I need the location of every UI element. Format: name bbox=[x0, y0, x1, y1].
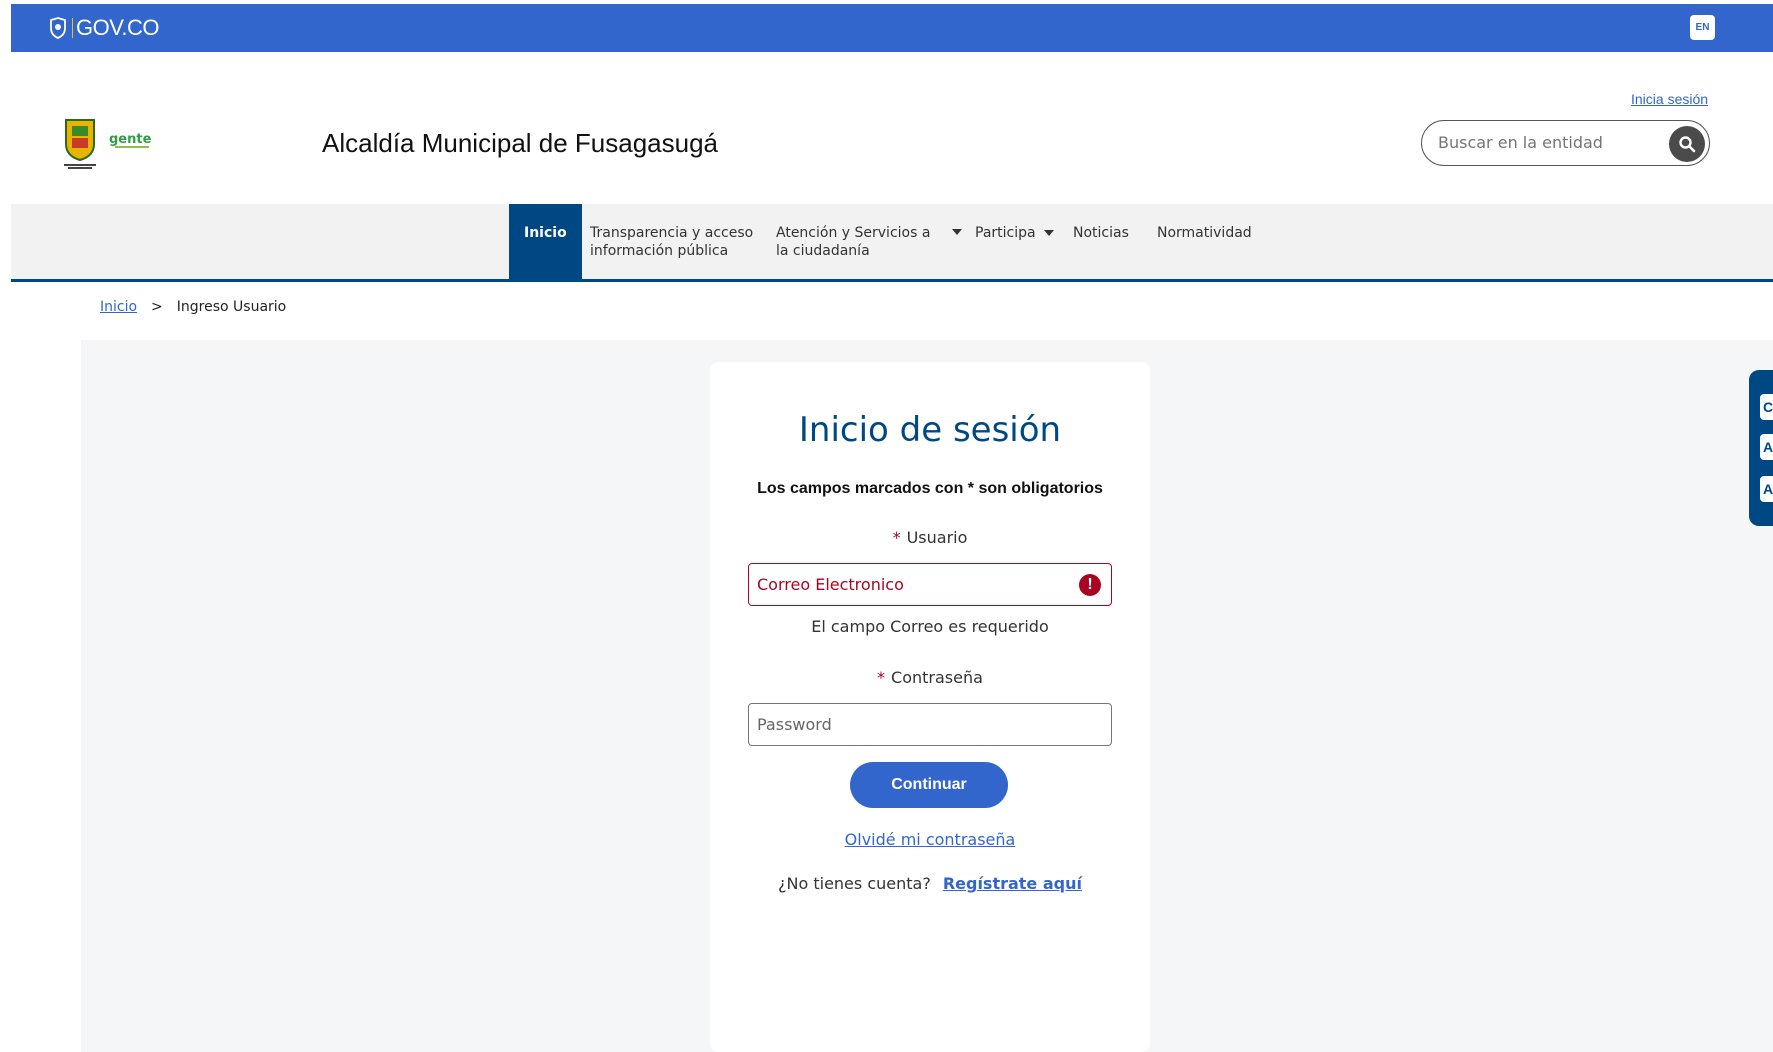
site-title: Alcaldía Municipal de Fusagasugá bbox=[322, 128, 719, 158]
breadcrumb-current: Ingreso Usuario bbox=[176, 299, 287, 315]
breadcrumb: Inicio > Ingreso Usuario bbox=[100, 299, 286, 315]
nav-item-label: la ciudadanía bbox=[776, 243, 870, 259]
alcaldia-crest-logo[interactable] bbox=[58, 114, 102, 170]
nav-item-transparencia[interactable]: Transparencia y acceso información públi… bbox=[590, 224, 753, 260]
email-field-value: Correo Electronico bbox=[757, 575, 904, 594]
error-icon: ! bbox=[1079, 574, 1101, 596]
forgot-password-row: Olvidé mi contraseña bbox=[710, 830, 1150, 849]
svg-text:gente: gente bbox=[109, 132, 152, 147]
govco-brand-text: GOV.CO bbox=[76, 15, 160, 40]
breadcrumb-home-link[interactable]: Inicio bbox=[100, 299, 137, 315]
breadcrumb-separator: > bbox=[151, 299, 163, 315]
required-fields-note: Los campos marcados con * son obligatori… bbox=[757, 480, 1103, 497]
chevron-down-icon bbox=[952, 229, 963, 235]
nav-item-atencion[interactable]: Atención y Servicios a la ciudadanía bbox=[776, 224, 963, 260]
search-icon bbox=[1679, 136, 1696, 153]
password-label-text: Contraseña bbox=[891, 668, 983, 687]
nav-item-label: Participa bbox=[975, 225, 1036, 241]
register-row: ¿No tienes cuenta? Regístrate aquí bbox=[710, 874, 1150, 893]
accessibility-widget: C A A bbox=[1749, 370, 1773, 526]
register-link[interactable]: Regístrate aquí bbox=[943, 874, 1082, 893]
search-input[interactable] bbox=[1438, 133, 1658, 152]
nav-item-noticias[interactable]: Noticias bbox=[1073, 224, 1129, 242]
govco-logo[interactable]: GOV.CO bbox=[49, 15, 160, 41]
decrease-font-button[interactable]: A bbox=[1760, 434, 1773, 460]
language-toggle-button[interactable]: EN bbox=[1690, 15, 1715, 40]
login-card: Inicio de sesión Los campos marcados con… bbox=[710, 362, 1150, 1052]
required-mark: * bbox=[892, 528, 901, 547]
nav-item-label: Transparencia y acceso bbox=[590, 225, 754, 241]
nav-item-label: información pública bbox=[590, 243, 729, 259]
chevron-down-icon bbox=[1043, 230, 1054, 236]
login-title: Inicio de sesión bbox=[798, 410, 1062, 450]
required-mark: * bbox=[877, 668, 886, 687]
increase-font-button[interactable]: A bbox=[1760, 476, 1773, 502]
brand-separator bbox=[72, 18, 73, 38]
search-box bbox=[1421, 120, 1710, 166]
continue-button[interactable]: Continuar bbox=[850, 762, 1008, 808]
password-placeholder: Password bbox=[757, 715, 832, 734]
no-account-text: ¿No tienes cuenta? bbox=[778, 874, 931, 893]
govco-bar: GOV.CO EN bbox=[11, 4, 1773, 52]
nav-item-label: Inicio bbox=[524, 225, 567, 241]
gente-logo: gente bbox=[109, 132, 152, 148]
nav-item-participa[interactable]: Participa bbox=[975, 224, 1054, 242]
email-field[interactable]: Correo Electronico ! bbox=[748, 563, 1112, 606]
login-link[interactable]: Inicia sesión bbox=[1631, 91, 1708, 107]
password-field[interactable]: Password bbox=[748, 703, 1112, 746]
main-nav: Inicio Transparencia y acceso informació… bbox=[11, 204, 1773, 282]
email-error-message: El campo Correo es requerido bbox=[811, 617, 1049, 636]
nav-item-inicio[interactable]: Inicio bbox=[509, 204, 582, 279]
user-label-text: Usuario bbox=[906, 528, 968, 547]
nav-item-label: Normatividad bbox=[1157, 225, 1252, 241]
contrast-button[interactable]: C bbox=[1760, 394, 1773, 420]
nav-item-label: Noticias bbox=[1073, 225, 1129, 241]
shield-icon bbox=[50, 17, 66, 39]
password-label: * Contraseña bbox=[710, 668, 1150, 687]
nav-item-label: Atención y Servicios a bbox=[776, 225, 931, 241]
user-label: * Usuario bbox=[710, 528, 1150, 547]
forgot-password-link[interactable]: Olvidé mi contraseña bbox=[845, 830, 1016, 849]
search-button[interactable] bbox=[1669, 126, 1705, 162]
nav-item-normatividad[interactable]: Normatividad bbox=[1157, 224, 1252, 242]
